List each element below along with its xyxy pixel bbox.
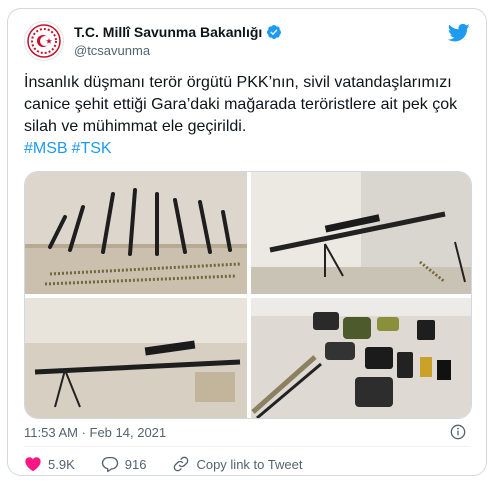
hashtag-tsk[interactable]: #TSK — [72, 140, 112, 157]
photo-1[interactable] — [25, 172, 247, 294]
like-button[interactable]: 5.9K — [24, 455, 75, 473]
reply-count: 916 — [124, 456, 147, 472]
reply-icon — [101, 456, 118, 473]
avatar[interactable] — [24, 21, 64, 61]
action-bar: 5.9K 916 Copy link to Tweet — [24, 455, 328, 473]
tweet-timestamp[interactable]: 11:53 AM · Feb 14, 2021 — [24, 425, 166, 440]
copy-link-label: Copy link to Tweet — [196, 456, 303, 472]
account-handle[interactable]: @tcsavunma — [74, 43, 150, 58]
divider — [24, 446, 470, 447]
tweet-body: İnsanlık düşmanı terör örgütü PKK’nın, s… — [24, 74, 458, 135]
link-icon — [174, 456, 189, 472]
reply-button[interactable]: 916 — [101, 455, 147, 473]
hashtag-msb[interactable]: #MSB — [24, 140, 68, 157]
photo-grid[interactable] — [24, 171, 472, 419]
copy-link-button[interactable]: Copy link to Tweet — [172, 455, 302, 473]
verified-badge-icon — [267, 25, 282, 39]
photo-4[interactable] — [251, 298, 472, 419]
photo-2[interactable] — [251, 172, 472, 294]
hashtag-list: #MSB #TSK — [24, 138, 479, 160]
heart-icon — [25, 457, 41, 472]
photo-3[interactable] — [25, 298, 247, 419]
like-count: 5.9K — [48, 456, 75, 472]
twitter-bird-icon[interactable] — [448, 23, 470, 43]
tweet-card[interactable]: T.C. Millî Savunma Bakanlığı @tcsavunma … — [7, 8, 487, 476]
info-icon[interactable] — [450, 424, 466, 440]
crescent-star-emblem-icon — [27, 24, 61, 58]
display-name[interactable]: T.C. Millî Savunma Bakanlığı — [74, 24, 262, 40]
tweet-text: İnsanlık düşmanı terör örgütü PKK’nın, s… — [24, 72, 479, 160]
